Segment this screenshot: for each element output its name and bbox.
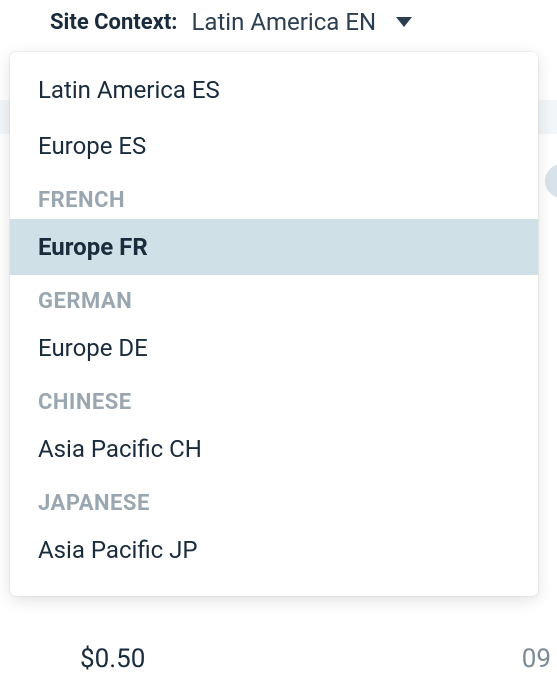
dropdown-option[interactable]: Europe ES	[10, 118, 538, 174]
dropdown-group-header: GERMAN	[10, 275, 538, 320]
dropdown-option[interactable]: Europe FR	[10, 219, 538, 275]
site-context-selector[interactable]: Site Context: Latin America EN	[0, 0, 557, 44]
background-row: $0.50 09	[0, 636, 557, 676]
dropdown-group-header: CHINESE	[10, 376, 538, 421]
dropdown-group-header: FRENCH	[10, 174, 538, 219]
dropdown-group-header: JAPANESE	[10, 477, 538, 522]
site-context-dropdown: Latin America ESEurope ESFRENCHEurope FR…	[10, 52, 538, 596]
background-price: $0.50	[80, 644, 145, 674]
dropdown-option[interactable]: Asia Pacific CH	[10, 421, 538, 477]
background-id-fragment: 09	[522, 644, 551, 674]
dropdown-option[interactable]: Latin America ES	[10, 62, 538, 118]
caret-down-icon	[396, 17, 412, 27]
site-context-value: Latin America EN	[191, 8, 376, 36]
site-context-label: Site Context:	[50, 10, 177, 35]
dropdown-option[interactable]: Europe DE	[10, 320, 538, 376]
dropdown-option[interactable]: Asia Pacific JP	[10, 522, 538, 578]
background-toggle-fragment	[545, 164, 557, 198]
